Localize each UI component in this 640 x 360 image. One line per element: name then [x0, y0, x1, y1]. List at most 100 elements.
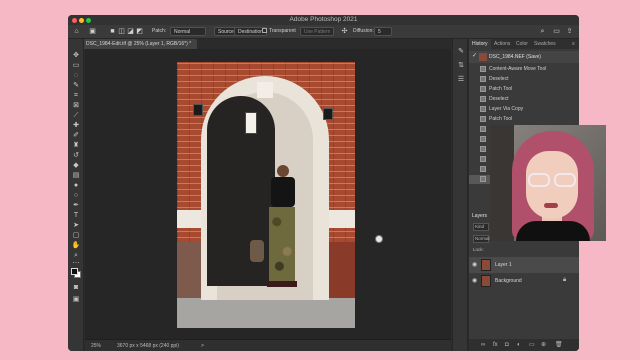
keystone: [257, 82, 273, 98]
tab-layers[interactable]: Layers: [469, 211, 491, 221]
layer-name: Background: [495, 278, 522, 284]
transparent-checkbox[interactable]: Transparent: [262, 27, 296, 36]
add-selection-icon[interactable]: ◫: [117, 27, 126, 36]
new-group-icon[interactable]: ▭: [529, 341, 535, 349]
properties-icon[interactable]: ☰: [456, 75, 466, 84]
history-item-label: Content-Aware Move Tool: [489, 66, 547, 72]
snapshot-thumbnail: [479, 53, 487, 61]
model-head: [277, 165, 289, 177]
diffusion-select[interactable]: 5: [374, 27, 392, 36]
history-item-label: Deselect: [489, 96, 509, 102]
tab-actions[interactable]: Actions: [491, 39, 513, 49]
history-brush-icon[interactable]: ↺: [71, 151, 81, 160]
subtract-selection-icon[interactable]: ◪: [126, 27, 135, 36]
history-item[interactable]: Content-Aware Move Tool: [469, 65, 579, 74]
path-select-icon[interactable]: ➤: [71, 221, 81, 230]
layer-row-layer-1[interactable]: ◉ Layer 1: [469, 257, 579, 273]
panel-menu-icon[interactable]: ≡: [569, 39, 578, 49]
foreground-color-swatch[interactable]: [71, 268, 78, 275]
tools-panel: ✥ ▭ ◌ ✎ ⌗ ⊠ ⟋ ✚ ✐ ♜ ↺ ◆ ▤ ● ○ ✒ T ➤ ▢ ✋ …: [68, 39, 84, 351]
adjustment-layer-icon[interactable]: ◐: [517, 341, 521, 349]
move-tool-icon[interactable]: ✥: [71, 51, 81, 60]
hand-tool-icon[interactable]: ✋: [71, 241, 81, 250]
history-step-icon: [480, 96, 486, 102]
use-pattern-button[interactable]: Use Pattern: [300, 27, 335, 36]
share-icon[interactable]: ⇪: [565, 27, 574, 36]
document-canvas[interactable]: [85, 49, 451, 339]
pen-tool-icon[interactable]: ✒: [71, 201, 81, 210]
layer-name: Layer 1: [495, 262, 512, 268]
right-wall-lamp: [323, 108, 333, 120]
workspace-icon[interactable]: ▭: [552, 27, 561, 36]
layer-lock-icon: 🔒︎: [563, 277, 567, 283]
presenter-glasses-right: [554, 173, 576, 187]
blur-tool-icon[interactable]: ●: [71, 181, 81, 190]
edited-photo: [177, 62, 355, 328]
visibility-eye-icon[interactable]: ◉: [472, 277, 477, 284]
new-selection-icon[interactable]: ■: [108, 27, 117, 36]
brush-tool-icon[interactable]: ✐: [71, 131, 81, 140]
more-tools-icon[interactable]: ⋯: [71, 259, 81, 268]
history-item[interactable]: Deselect: [469, 95, 579, 104]
healing-brush-icon[interactable]: ✚: [71, 121, 81, 130]
fx-button[interactable]: fx: [493, 341, 498, 349]
layer-thumbnail: [481, 275, 491, 287]
patch-label: Patch:: [152, 28, 167, 34]
brush-settings-icon[interactable]: ✎: [456, 47, 466, 56]
history-item[interactable]: Deselect: [469, 75, 579, 84]
presenter-lips: [544, 203, 558, 208]
layer-thumbnail: [481, 259, 491, 271]
history-item[interactable]: Layer Via Copy: [469, 105, 579, 114]
new-layer-icon[interactable]: ⊕: [541, 341, 546, 349]
panel-icon-strip: ✎ ⇅ ☰: [452, 39, 468, 351]
document-tab-bar: DSC_1984-Edit.tif @ 25% (Layer 1, RGB/16…: [68, 39, 448, 49]
search-icon[interactable]: ⌕: [538, 27, 547, 36]
layer-mask-icon[interactable]: ◘: [505, 341, 509, 349]
visibility-eye-icon[interactable]: ◉: [472, 261, 477, 268]
history-snapshot[interactable]: ✓ DSC_1984.NEF (Save): [469, 51, 579, 63]
transparent-checkbox-box[interactable]: [262, 27, 267, 33]
presenter-top: [516, 221, 590, 241]
history-step-icon: [480, 106, 486, 112]
status-menu-arrow[interactable]: >: [201, 342, 204, 350]
type-tool-icon[interactable]: T: [71, 211, 81, 220]
frame-tool-icon[interactable]: ⊠: [71, 101, 81, 110]
dodge-tool-icon[interactable]: ○: [71, 191, 81, 200]
eraser-tool-icon[interactable]: ◆: [71, 161, 81, 170]
layer-row-background[interactable]: ◉ Background 🔒︎: [469, 273, 579, 289]
history-item[interactable]: Patch Tool: [469, 85, 579, 94]
handbag: [250, 240, 264, 262]
intersect-selection-icon[interactable]: ◩: [135, 27, 144, 36]
tab-swatches[interactable]: Swatches: [531, 39, 559, 49]
eyedropper-tool-icon[interactable]: ⟋: [71, 111, 81, 120]
screen-mode-icon[interactable]: ▣: [71, 295, 81, 304]
delete-layer-icon[interactable]: 🗑︎: [555, 341, 563, 349]
shape-tool-icon[interactable]: ▢: [71, 231, 81, 240]
marquee-tool-icon[interactable]: ▭: [71, 61, 81, 70]
lasso-tool-icon[interactable]: ◌: [71, 71, 81, 80]
layer-filter-kind[interactable]: Kind: [473, 223, 489, 231]
history-step-icon: [480, 156, 486, 162]
quick-mask-icon[interactable]: ◙: [71, 283, 81, 292]
history-step-icon: [480, 176, 486, 182]
home-icon[interactable]: ⌂: [72, 27, 81, 36]
link-layers-icon[interactable]: ∞: [481, 341, 485, 349]
history-item[interactable]: Patch Tool: [469, 115, 579, 124]
document-tab[interactable]: DSC_1984-Edit.tif @ 25% (Layer 1, RGB/16…: [80, 39, 198, 49]
clone-stamp-icon[interactable]: ♜: [71, 141, 81, 150]
brush-cursor: [375, 235, 383, 243]
quick-select-tool-icon[interactable]: ✎: [71, 81, 81, 90]
tab-color[interactable]: Color: [513, 39, 531, 49]
patch-mode-select[interactable]: Normal: [170, 27, 206, 36]
history-step-icon: [480, 126, 486, 132]
tab-history[interactable]: History: [469, 39, 491, 49]
zoom-level[interactable]: 25%: [91, 342, 101, 350]
gradient-tool-icon[interactable]: ▤: [71, 171, 81, 180]
model-shoes: [267, 281, 297, 287]
history-step-icon: [480, 146, 486, 152]
tool-preset-icon[interactable]: ▣: [88, 27, 97, 36]
crop-tool-icon[interactable]: ⌗: [71, 91, 81, 100]
blend-mode-select[interactable]: Normal: [473, 235, 490, 243]
history-step-icon: [480, 76, 486, 82]
adjustments-icon[interactable]: ⇅: [456, 61, 466, 70]
